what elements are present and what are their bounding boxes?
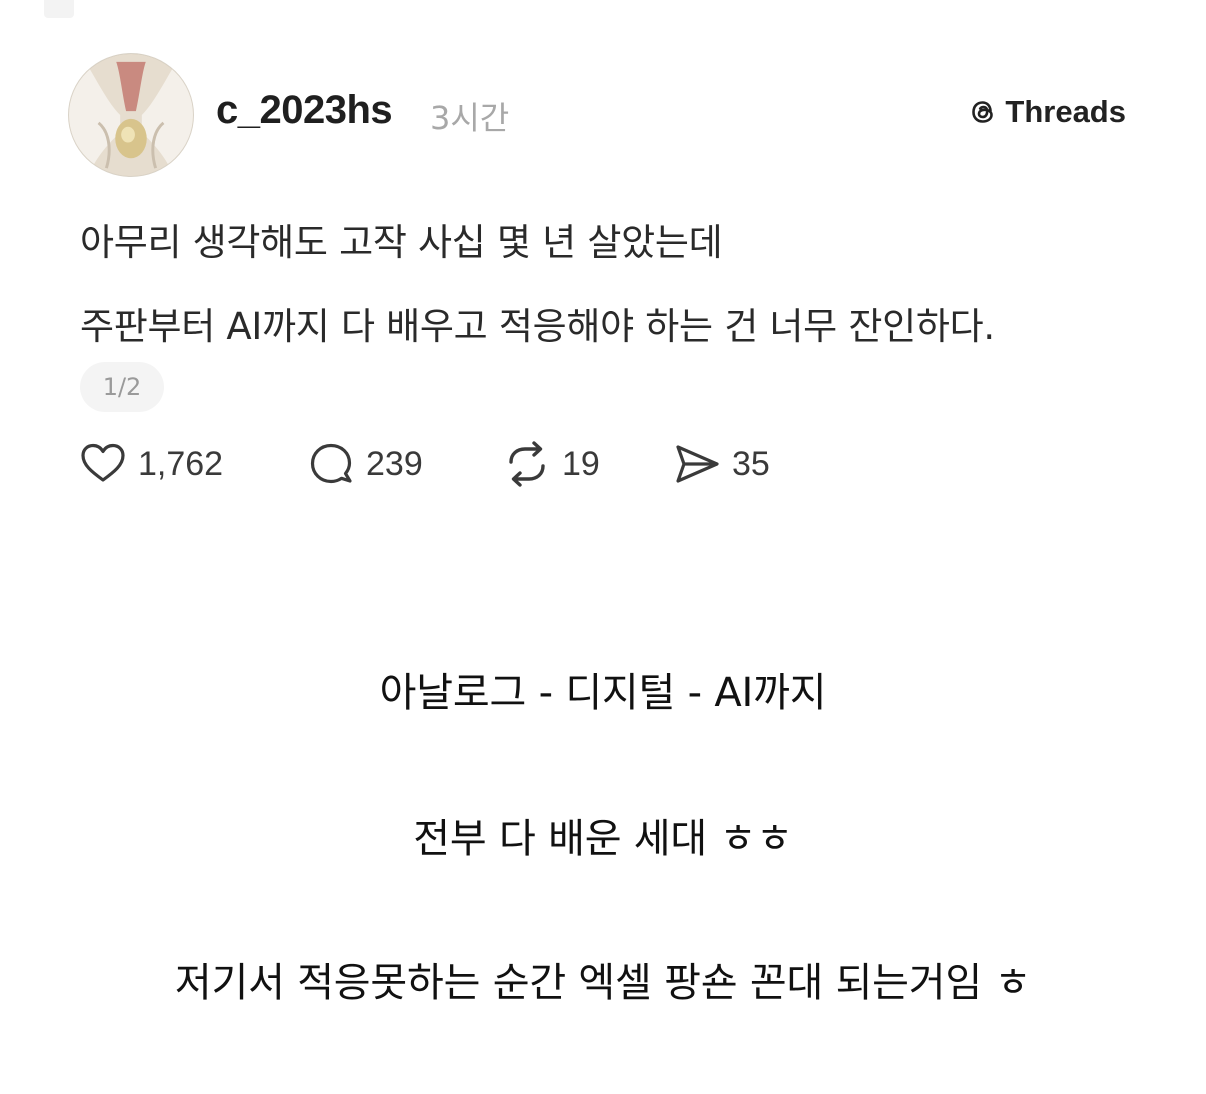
caption-line-2: 전부 다 배운 세대 ㅎㅎ: [413, 816, 793, 862]
threads-brand-label: Threads: [1005, 94, 1126, 129]
reply-button[interactable]: 239: [306, 437, 423, 491]
post-text-line-1: 아무리 생각해도 고작 사십 몇 년 살았는데: [80, 221, 723, 264]
post-timestamp: 3시간: [430, 99, 510, 137]
threads-brand: Threads: [967, 94, 1126, 130]
repost-button[interactable]: 19: [502, 437, 600, 491]
reply-count: 239: [366, 444, 423, 483]
share-button[interactable]: 35: [672, 437, 770, 491]
threads-post-card: c_2023hs 3시간 Threads 아무리 생각해도 고작 사십 몇 년 …: [0, 0, 1206, 520]
post-text-line-2: 주판부터 AI까지 다 배우고 적응해야 하는 건 너무 잔인하다.: [80, 305, 995, 348]
comment-bubble-icon: [310, 443, 352, 484]
screenshot-page: c_2023hs 3시간 Threads 아무리 생각해도 고작 사십 몇 년 …: [0, 0, 1206, 1094]
avatar-image: [69, 54, 193, 176]
share-count: 35: [732, 444, 770, 483]
username[interactable]: c_2023hs: [216, 88, 393, 133]
avatar[interactable]: [68, 53, 194, 177]
threads-logo-icon: [972, 101, 994, 123]
send-icon: [676, 445, 719, 483]
repost-count: 19: [562, 444, 600, 483]
heart-icon: [81, 443, 125, 482]
repost-arrows-icon: [509, 441, 545, 487]
caption-line-3: 저기서 적응못하는 순간 엑셀 팡숀 꼰대 되는거임 ㅎ: [174, 960, 1032, 1006]
caption-line-1: 아날로그 - 디지털 - AI까지: [379, 670, 827, 716]
carousel-page-indicator: 1/2: [80, 362, 164, 412]
like-button[interactable]: 1,762: [78, 437, 223, 491]
like-count: 1,762: [138, 444, 224, 483]
